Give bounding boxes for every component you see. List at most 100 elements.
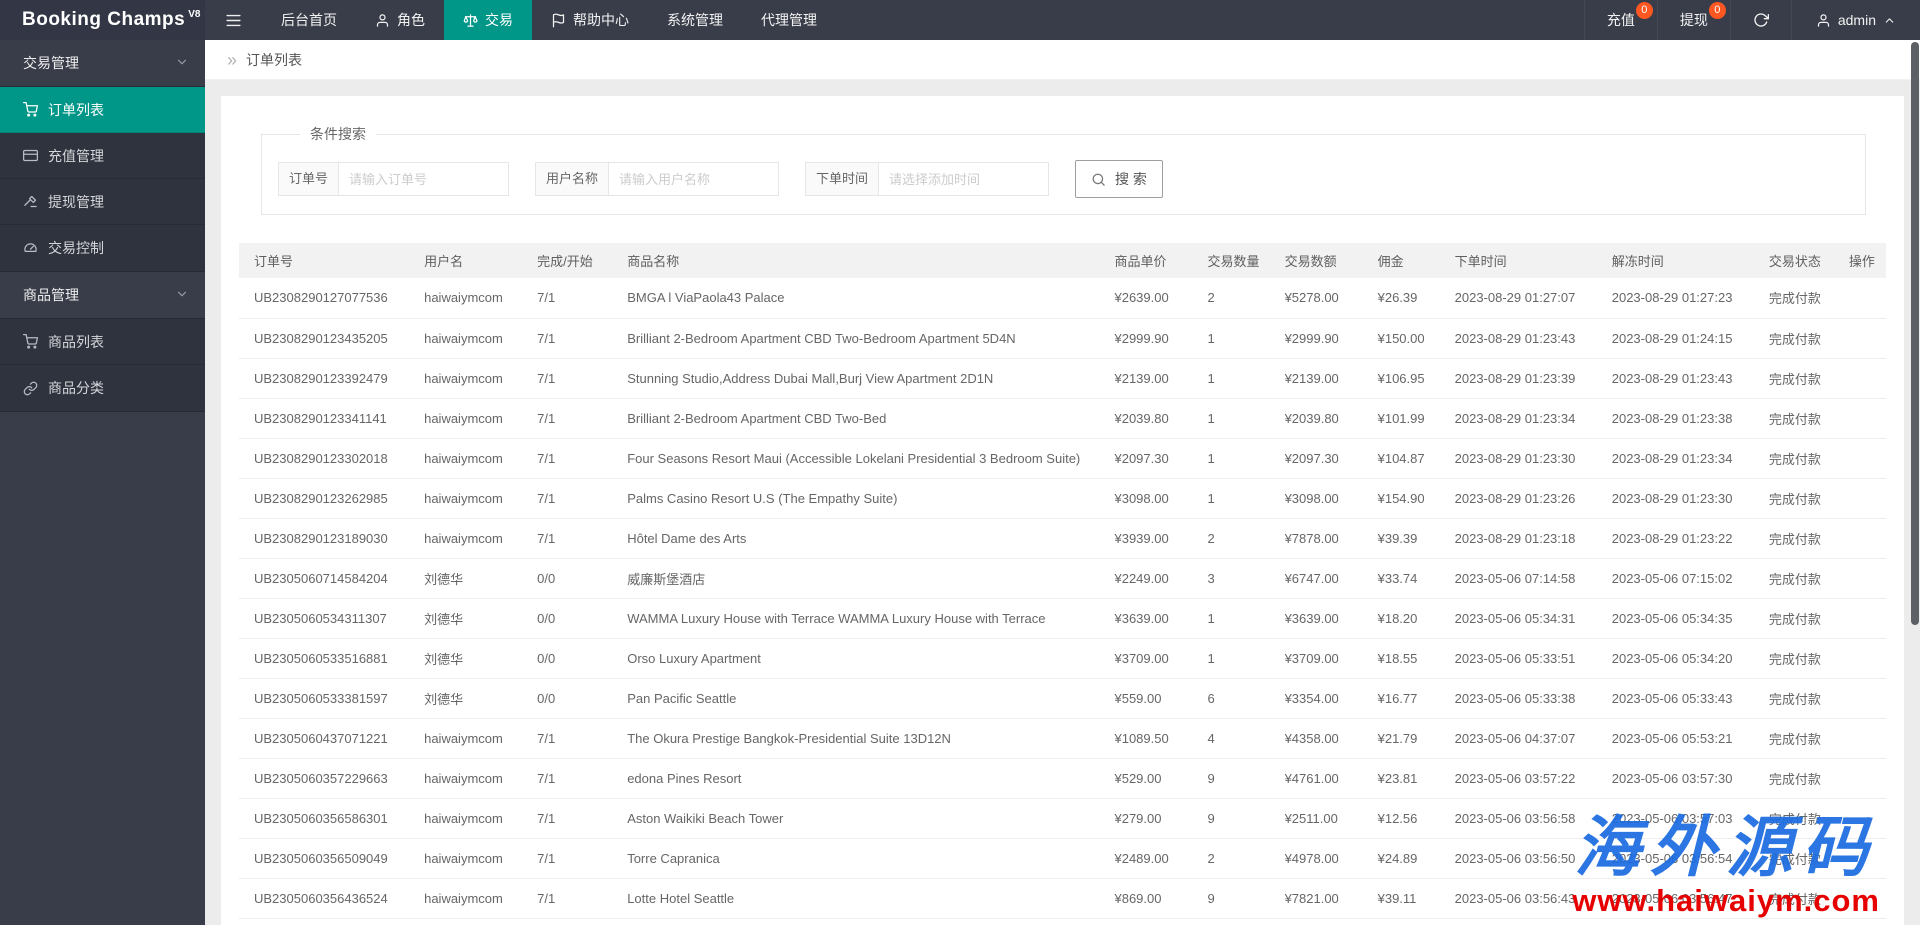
table-cell: 2023-08-29 01:23:34: [1597, 438, 1754, 478]
recharge-nav-button[interactable]: 充值 0: [1584, 0, 1657, 40]
table-cell: 2023-05-06 05:33:43: [1597, 678, 1754, 718]
status-cell: 完成付款: [1754, 678, 1834, 718]
table-cell: 2023-08-29 01:23:38: [1597, 398, 1754, 438]
table-cell: BMGA l ViaPaola43 Palace: [612, 278, 1099, 318]
username: admin: [1838, 12, 1876, 28]
table-cell: ¥39.39: [1363, 518, 1440, 558]
nav-item-2[interactable]: 角色: [356, 0, 444, 40]
sidebar-group-1[interactable]: 交易管理: [0, 40, 205, 86]
status-cell: 完成付款: [1754, 398, 1834, 438]
cart-icon: [23, 102, 38, 117]
table-cell: ¥739.00: [1099, 918, 1192, 925]
sidebar-group-label: 交易管理: [23, 55, 79, 71]
action-cell: [1834, 918, 1886, 925]
search-input-2[interactable]: [609, 162, 779, 196]
user-icon: [1816, 13, 1831, 28]
search-button[interactable]: 搜 索: [1075, 160, 1163, 198]
table-cell: 7/1: [522, 478, 612, 518]
nav-item-label: 角色: [397, 10, 425, 30]
action-cell: [1834, 438, 1886, 478]
user-menu[interactable]: admin: [1791, 0, 1920, 40]
table-cell: 7/1: [522, 758, 612, 798]
table-cell: 1: [1193, 398, 1270, 438]
table-cell: ¥869.00: [1099, 878, 1192, 918]
table-row: UB2305060356436524haiwaiymcom7/1Lotte Ho…: [239, 878, 1886, 918]
status-cell: 完成付款: [1754, 798, 1834, 838]
table-cell: haiwaiymcom: [409, 518, 522, 558]
table-cell: 1: [1193, 638, 1270, 678]
table-cell: 0/0: [522, 598, 612, 638]
table-cell: ¥3939.00: [1099, 518, 1192, 558]
table-cell: edona Pines Resort: [612, 758, 1099, 798]
table-cell: ¥33.74: [1363, 558, 1440, 598]
action-cell: [1834, 478, 1886, 518]
sidebar-item-商品分类[interactable]: 商品分类: [0, 365, 205, 411]
nav-item-5[interactable]: 系统管理: [648, 0, 742, 40]
sidebar-item-label: 商品分类: [48, 378, 104, 398]
table-cell: Pan Pacific Seattle: [612, 678, 1099, 718]
table-cell: 2023-05-06 03:57:22: [1440, 758, 1597, 798]
recharge-badge: 0: [1636, 2, 1653, 19]
nav-item-1[interactable]: 后台首页: [262, 0, 356, 40]
status-cell: 完成付款: [1754, 358, 1834, 398]
scrollbar-thumb[interactable]: [1911, 42, 1919, 625]
column-header: 交易状态: [1754, 243, 1834, 278]
table-cell: ¥2139.00: [1099, 358, 1192, 398]
table-row: UB2308290123392479haiwaiymcom7/1Stunning…: [239, 358, 1886, 398]
nav-item-4[interactable]: 帮助中心: [532, 0, 648, 40]
sidebar-item-label: 提现管理: [48, 192, 104, 212]
sidebar-item-商品列表[interactable]: 商品列表: [0, 319, 205, 365]
table-cell: ¥2097.30: [1270, 438, 1363, 478]
table-cell: ¥2999.90: [1270, 318, 1363, 358]
sidebar-toggle-button[interactable]: [205, 0, 262, 40]
search-field-label: 下单时间: [805, 162, 879, 196]
nav-item-6[interactable]: 代理管理: [742, 0, 836, 40]
action-cell: [1834, 838, 1886, 878]
withdraw-nav-button[interactable]: 提现 0: [1657, 0, 1730, 40]
table-cell: ¥3354.00: [1270, 678, 1363, 718]
table-cell: haiwaiymcom: [409, 398, 522, 438]
table-cell: UB2305060437071221: [239, 718, 409, 758]
table-cell: haiwaiymcom: [409, 278, 522, 318]
double-chevron-right-icon: »: [227, 51, 237, 69]
table-cell: 7/1: [522, 878, 612, 918]
search-panel-legend: 条件搜索: [300, 124, 376, 144]
table-cell: 2023-05-06 03:56:58: [1440, 798, 1597, 838]
table-cell: haiwaiymcom: [409, 718, 522, 758]
sidebar-item-label: 交易控制: [48, 238, 104, 258]
sidebar-item-交易控制[interactable]: 交易控制: [0, 225, 205, 271]
withdraw-badge: 0: [1709, 2, 1726, 19]
table-cell: Lotte Hotel Seattle: [612, 878, 1099, 918]
table-cell: ¥24.89: [1363, 838, 1440, 878]
sidebar-group-items: 商品列表商品分类: [0, 318, 205, 412]
action-cell: [1834, 758, 1886, 798]
refresh-button[interactable]: [1730, 0, 1791, 40]
sidebar-group-2[interactable]: 商品管理: [0, 272, 205, 318]
sidebar-item-订单列表[interactable]: 订单列表: [0, 87, 205, 133]
nav-item-label: 交易: [485, 10, 513, 30]
nav-item-3[interactable]: 交易: [444, 0, 532, 40]
table-cell: ¥39.11: [1363, 878, 1440, 918]
table-cell: UB2305060714584204: [239, 558, 409, 598]
column-header: 商品名称: [612, 243, 1099, 278]
table-cell: 刘德华: [409, 558, 522, 598]
table-cell: Stunning Studio,Address Dubai Mall,Burj …: [612, 358, 1099, 398]
table-cell: 3: [1193, 558, 1270, 598]
sidebar-item-提现管理[interactable]: 提现管理: [0, 179, 205, 225]
table-cell: ¥2489.00: [1099, 838, 1192, 878]
cart-icon: [23, 334, 38, 349]
sidebar-item-充值管理[interactable]: 充值管理: [0, 133, 205, 179]
table-cell: 7/1: [522, 318, 612, 358]
table-cell: 2023-05-06 07:14:58: [1440, 558, 1597, 598]
table-cell: ¥6747.00: [1270, 558, 1363, 598]
status-cell: 完成付款: [1754, 278, 1834, 318]
table-cell: Brilliant 2-Bedroom Apartment CBD Two-Be…: [612, 398, 1099, 438]
table-cell: 4: [1193, 718, 1270, 758]
search-input-3[interactable]: [879, 162, 1049, 196]
table-cell: 2023-08-29 01:27:23: [1597, 278, 1754, 318]
sidebar-item-label: 商品列表: [48, 332, 104, 352]
table-row: UB2308290123189030haiwaiymcom7/1Hôtel Da…: [239, 518, 1886, 558]
table-cell: 2023-05-06 03:57:03: [1597, 798, 1754, 838]
table-cell: ¥101.99: [1363, 398, 1440, 438]
search-input-1[interactable]: [339, 162, 509, 196]
